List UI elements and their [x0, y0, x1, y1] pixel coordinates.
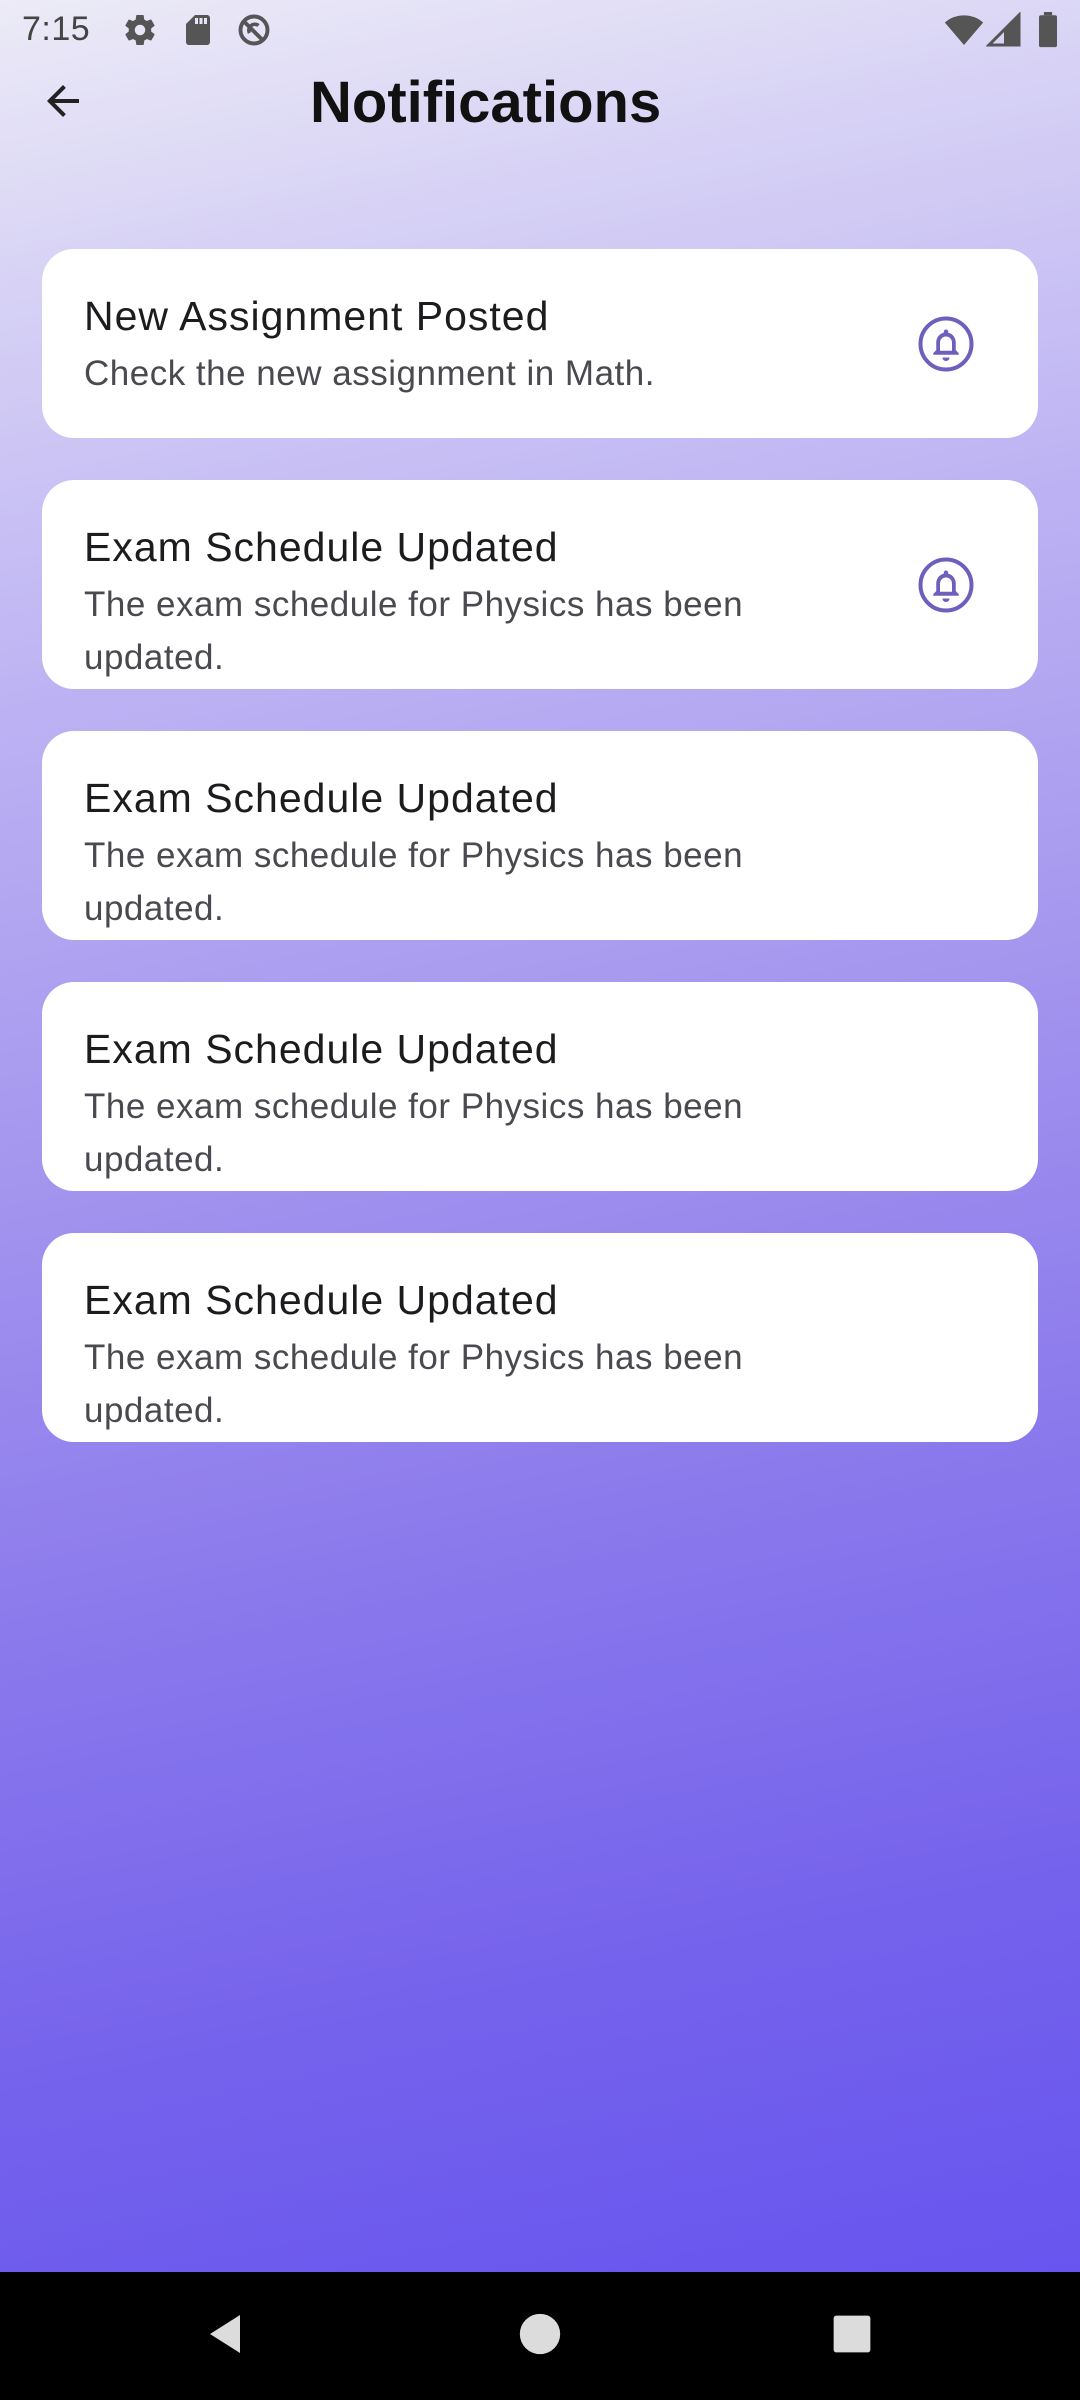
notification-title: Exam Schedule Updated	[84, 775, 559, 821]
app-bar: Notifications	[0, 62, 1080, 144]
notification-title: Exam Schedule Updated	[84, 1277, 559, 1323]
bell-icon	[916, 316, 976, 378]
notification-list: New Assignment Posted Check the new assi…	[42, 249, 1038, 1484]
notification-title: Exam Schedule Updated	[84, 524, 559, 570]
nav-back-icon	[202, 2310, 250, 2363]
settings-icon	[122, 12, 158, 53]
system-nav-bar	[0, 2272, 1080, 2400]
bell-button[interactable]	[916, 314, 976, 374]
bell-button[interactable]	[916, 555, 976, 615]
no-disturb-icon	[236, 12, 272, 53]
battery-icon	[1036, 12, 1060, 53]
notification-body: The exam schedule for Physics has been u…	[84, 585, 744, 677]
sd-card-icon	[180, 12, 216, 53]
status-bar: 7:15	[0, 0, 1080, 62]
nav-recents-icon	[831, 2313, 873, 2360]
arrow-back-icon	[39, 77, 87, 130]
notification-card[interactable]: Exam Schedule Updated The exam schedule …	[42, 731, 1038, 940]
nav-home-button[interactable]	[510, 2306, 570, 2366]
page-title: Notifications	[310, 70, 662, 135]
nav-home-icon	[518, 2312, 562, 2361]
signal-icon	[985, 11, 1022, 53]
notification-body: The exam schedule for Physics has been u…	[84, 1087, 744, 1179]
notification-body: The exam schedule for Physics has been u…	[84, 1338, 744, 1430]
screen-background: 7:15 Notifications New Assignment Posted…	[0, 0, 1080, 2272]
notification-card[interactable]: Exam Schedule Updated The exam schedule …	[42, 982, 1038, 1191]
notification-body: The exam schedule for Physics has been u…	[84, 836, 744, 928]
notification-title: New Assignment Posted	[84, 293, 550, 339]
notification-card[interactable]: Exam Schedule Updated The exam schedule …	[42, 480, 1038, 689]
bell-icon	[916, 557, 976, 619]
nav-recents-button[interactable]	[822, 2306, 882, 2366]
notification-card[interactable]: Exam Schedule Updated The exam schedule …	[42, 1233, 1038, 1442]
wifi-icon	[944, 12, 984, 53]
back-button[interactable]	[28, 68, 98, 138]
status-time: 7:15	[22, 10, 91, 48]
notification-title: Exam Schedule Updated	[84, 1026, 559, 1072]
nav-back-button[interactable]	[196, 2306, 256, 2366]
notification-card[interactable]: New Assignment Posted Check the new assi…	[42, 249, 1038, 438]
notification-body: Check the new assignment in Math.	[84, 354, 655, 393]
